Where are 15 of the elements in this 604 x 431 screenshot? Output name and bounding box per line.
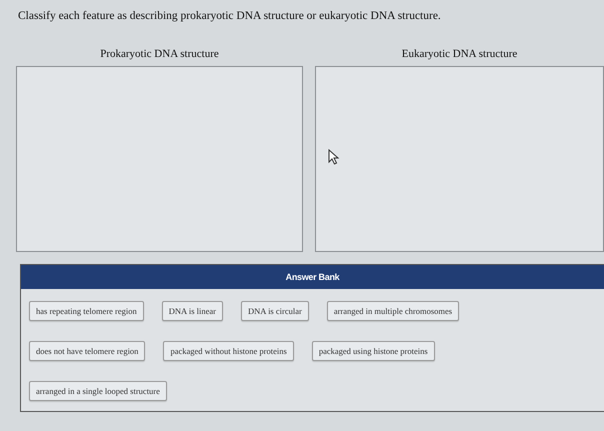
answer-chip[interactable]: packaged without histone proteins — [163, 341, 294, 361]
answer-chip[interactable]: has repeating telomere region — [29, 301, 144, 321]
answer-chip[interactable]: arranged in a single looped structure — [29, 381, 167, 401]
answer-chip[interactable]: packaged using histone proteins — [312, 341, 435, 361]
answer-chip[interactable]: arranged in multiple chromosomes — [326, 301, 460, 321]
column-heading: Prokaryotic DNA structure — [100, 48, 219, 60]
cursor-icon — [328, 149, 340, 165]
answer-bank-title: Answer Bank — [21, 265, 604, 289]
answer-chip[interactable]: does not have telomere region — [29, 341, 146, 361]
column-heading: Eukaryotic DNA structure — [402, 48, 518, 60]
instruction-text: Classify each feature as describing prokaryotic DNA structure or eukaryotic DNA structure. — [18, 10, 442, 22]
drop-zone[interactable] — [315, 66, 604, 252]
answer-chip[interactable]: DNA is linear — [162, 301, 223, 321]
drop-zone[interactable] — [16, 66, 303, 252]
answer-chip[interactable]: DNA is circular — [241, 301, 309, 321]
